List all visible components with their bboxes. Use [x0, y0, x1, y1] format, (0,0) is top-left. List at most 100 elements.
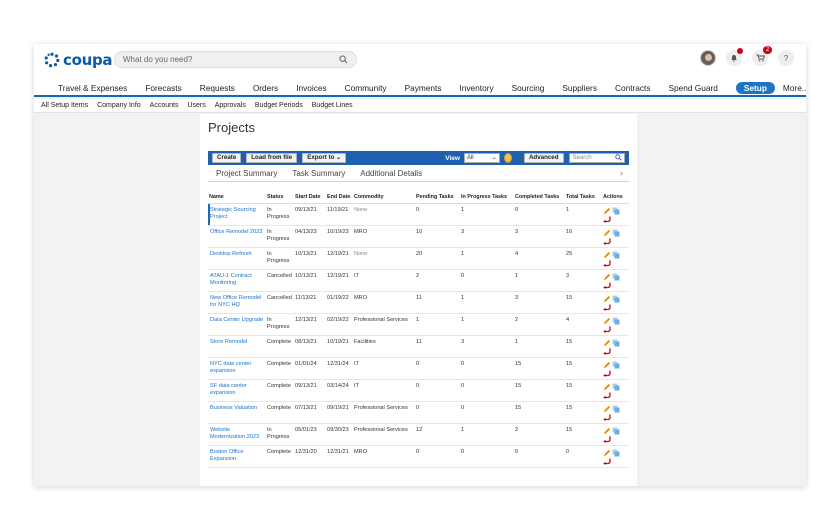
undo-icon[interactable]: [603, 348, 611, 355]
copy-icon[interactable]: [612, 295, 620, 303]
copy-icon[interactable]: [612, 361, 620, 369]
create-button[interactable]: Create: [212, 153, 242, 163]
nav-requests[interactable]: Requests: [200, 83, 235, 93]
view-select[interactable]: All ⌄: [463, 153, 500, 163]
column-header-name[interactable]: Name: [208, 192, 266, 204]
table-row[interactable]: SF data center expansion Complete 09/13/21…: [208, 379, 629, 402]
row-name-link[interactable]: SF data center expansion: [208, 379, 266, 402]
row-name-link[interactable]: Desktop Refresh: [208, 247, 266, 270]
undo-icon[interactable]: [603, 216, 611, 223]
row-name-link[interactable]: NYC data center expansion: [208, 357, 266, 380]
edit-pencil-icon[interactable]: [603, 251, 611, 259]
edit-pencil-icon[interactable]: [603, 229, 611, 237]
edit-pencil-icon[interactable]: [603, 273, 611, 281]
column-header-in-progress-tasks[interactable]: In Progress Tasks: [460, 192, 514, 204]
undo-icon[interactable]: [603, 370, 611, 377]
tab-additional-details[interactable]: Additional Details: [360, 169, 422, 178]
help-button[interactable]: ?: [778, 50, 794, 66]
table-row[interactable]: Data Center Upgrade In Progress 12/13/21 02…: [208, 313, 629, 336]
cart-button[interactable]: 2: [752, 46, 772, 66]
nav-orders[interactable]: Orders: [253, 83, 278, 93]
table-row[interactable]: Store Remodel Complete 08/13/21 10/19/21 Fac…: [208, 335, 629, 358]
column-header-pending-tasks[interactable]: Pending Tasks: [415, 192, 460, 204]
copy-icon[interactable]: [612, 427, 620, 435]
row-name-link[interactable]: ATAU-1 Contract Monitoring: [208, 269, 266, 292]
edit-pencil-icon[interactable]: [603, 427, 611, 435]
row-name-link[interactable]: Boston Office Expansion: [208, 445, 266, 468]
copy-icon[interactable]: [612, 317, 620, 325]
undo-icon[interactable]: [603, 238, 611, 245]
edit-pencil-icon[interactable]: [603, 405, 611, 413]
undo-icon[interactable]: [603, 282, 611, 289]
nav-travel-expenses[interactable]: Travel & Expenses: [58, 83, 127, 93]
user-avatar[interactable]: [700, 50, 716, 66]
edit-pencil-icon[interactable]: [603, 383, 611, 391]
copy-icon[interactable]: [612, 207, 620, 215]
edit-pencil-icon[interactable]: [603, 317, 611, 325]
notifications-button[interactable]: [726, 48, 743, 66]
row-name-link[interactable]: Data Center Upgrade: [208, 313, 266, 336]
nav-sourcing[interactable]: Sourcing: [512, 83, 545, 93]
row-name-link[interactable]: Business Valuation: [208, 401, 266, 424]
chevron-right-icon[interactable]: ›: [620, 168, 623, 178]
column-header-end-date[interactable]: End Date: [326, 192, 353, 204]
edit-pencil-icon[interactable]: [603, 361, 611, 369]
nav-invoices[interactable]: Invoices: [296, 83, 326, 93]
nav-spend-guard[interactable]: Spend Guard: [668, 83, 717, 93]
advanced-button[interactable]: Advanced: [523, 153, 564, 163]
column-header-total-tasks[interactable]: Total Tasks: [565, 192, 602, 204]
table-row[interactable]: Website Modernization 2023 In Progress 05/…: [208, 423, 629, 446]
subnav-approvals[interactable]: Approvals: [215, 102, 246, 109]
nav-contracts[interactable]: Contracts: [615, 83, 651, 93]
row-name-link[interactable]: Office Remodel 2023: [208, 225, 266, 248]
row-name-link[interactable]: Strategic Sourcing Project: [208, 203, 266, 226]
undo-icon[interactable]: [603, 436, 611, 443]
copy-icon[interactable]: [612, 449, 620, 457]
export-to-button[interactable]: Export to ⌄: [302, 153, 347, 163]
table-row[interactable]: Office Remodel 2023 In Progress 04/13/23 10…: [208, 225, 629, 248]
table-row[interactable]: Desktop Refresh In Progress 10/13/21 12/19/…: [208, 247, 629, 270]
undo-icon[interactable]: [603, 326, 611, 333]
edit-pencil-icon[interactable]: [603, 207, 611, 215]
copy-icon[interactable]: [612, 251, 620, 259]
nav-payments[interactable]: Payments: [405, 83, 442, 93]
nav-inventory[interactable]: Inventory: [459, 83, 493, 93]
table-row[interactable]: Boston Office Expansion Complete 12/31/20 1…: [208, 445, 629, 468]
subnav-accounts[interactable]: Accounts: [150, 102, 179, 109]
table-row[interactable]: Strategic Sourcing Project In Progress 09/…: [208, 203, 629, 226]
table-row[interactable]: NYC data center expansion Complete 01/01/2…: [208, 357, 629, 380]
undo-icon[interactable]: [603, 260, 611, 267]
row-name-link[interactable]: Store Remodel: [208, 335, 266, 358]
nav-suppliers[interactable]: Suppliers: [562, 83, 597, 93]
refresh-icon[interactable]: [503, 153, 512, 163]
subnav-budget-periods[interactable]: Budget Periods: [255, 102, 303, 109]
tab-project-summary[interactable]: Project Summary: [216, 169, 277, 178]
row-name-link[interactable]: New Office Remodel for NYC HQ: [208, 291, 266, 314]
undo-icon[interactable]: [603, 392, 611, 399]
copy-icon[interactable]: [612, 273, 620, 281]
edit-pencil-icon[interactable]: [603, 295, 611, 303]
global-search-input[interactable]: What do you need?: [114, 51, 357, 68]
copy-icon[interactable]: [612, 383, 620, 391]
nav-forecasts[interactable]: Forecasts: [145, 83, 181, 93]
nav-more[interactable]: More...: [783, 83, 806, 93]
subnav-users[interactable]: Users: [187, 102, 205, 109]
table-row[interactable]: New Office Remodel for NYC HQ Cancelled 11…: [208, 291, 629, 314]
edit-pencil-icon[interactable]: [603, 339, 611, 347]
copy-icon[interactable]: [612, 405, 620, 413]
coupa-logo[interactable]: coupa: [44, 51, 113, 69]
tab-task-summary[interactable]: Task Summary: [292, 169, 345, 178]
row-name-link[interactable]: Website Modernization 2023: [208, 423, 266, 446]
nav-community[interactable]: Community: [345, 83, 387, 93]
table-row[interactable]: ATAU-1 Contract Monitoring Cancelled 10/13…: [208, 269, 629, 292]
column-header-completed-tasks[interactable]: Completed Tasks: [514, 192, 565, 204]
undo-icon[interactable]: [603, 414, 611, 421]
edit-pencil-icon[interactable]: [603, 449, 611, 457]
column-header-status[interactable]: Status: [266, 192, 294, 204]
load-from-file-button[interactable]: Load from file: [246, 153, 298, 163]
subnav-all-setup-items[interactable]: All Setup Items: [41, 102, 88, 109]
undo-icon[interactable]: [603, 304, 611, 311]
table-row[interactable]: Business Valuation Complete 07/13/21 09/19/…: [208, 401, 629, 424]
subnav-budget-lines[interactable]: Budget Lines: [312, 102, 353, 109]
nav-setup[interactable]: Setup: [735, 81, 775, 94]
